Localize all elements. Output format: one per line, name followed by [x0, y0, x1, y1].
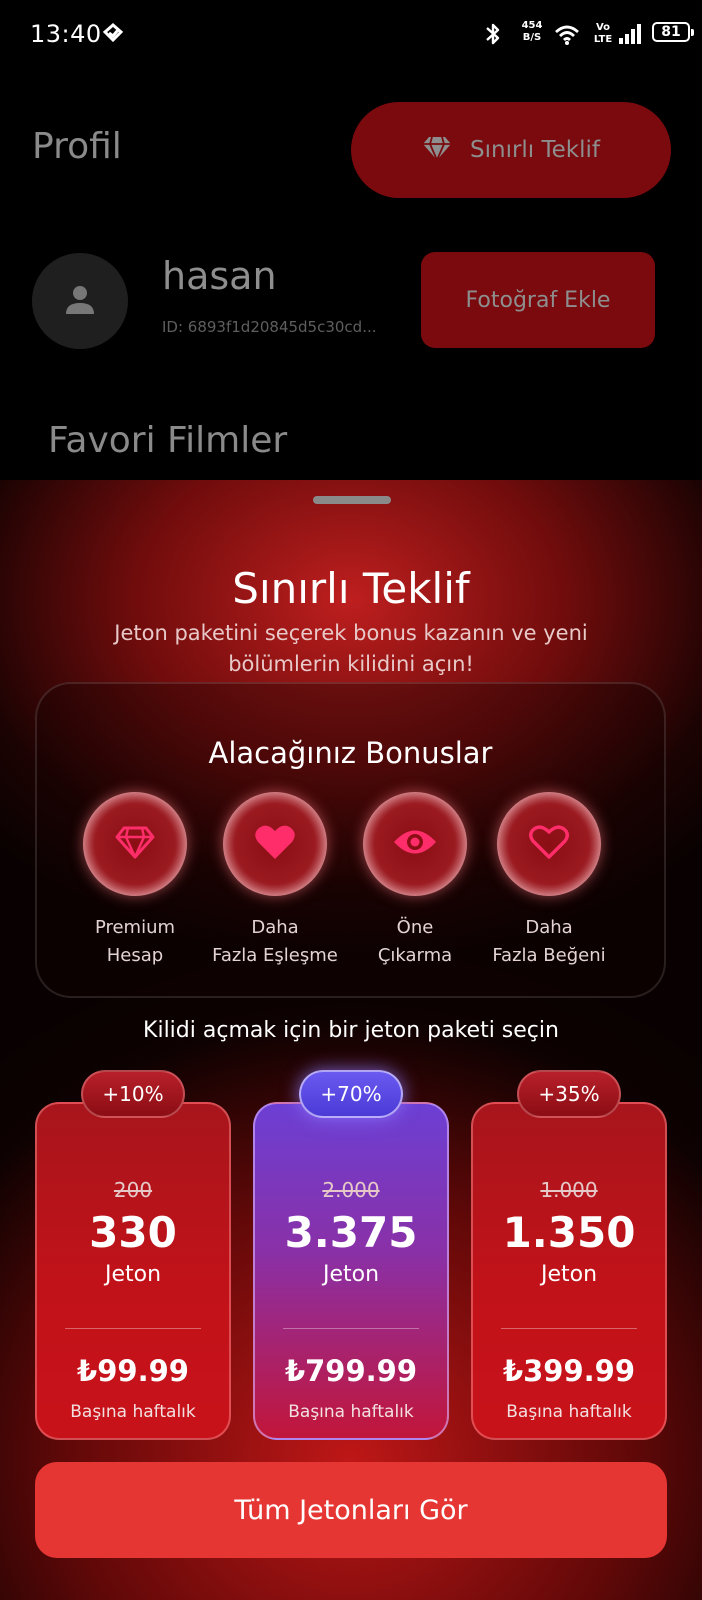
- bonus-badge: +35%: [517, 1070, 621, 1118]
- token-amount: 1.350: [502, 1208, 636, 1257]
- page-title: Profil: [32, 126, 122, 167]
- sheet-title: Sınırlı Teklif: [232, 564, 470, 613]
- user-icon: [63, 282, 97, 320]
- bonus-label: Premium Hesap: [94, 917, 176, 966]
- status-bar: 13:40 454 B/S Vo LTE 81: [0, 0, 702, 70]
- original-amount: 200: [113, 1178, 153, 1202]
- user-id: ID: 6893f1d20845d5c30cd...: [162, 318, 377, 336]
- bonus-badge: +10%: [81, 1070, 185, 1118]
- bonus-highlight: Öne Çıkarma: [345, 792, 485, 970]
- original-amount: 1.000: [540, 1178, 598, 1202]
- bonus-icon-circle: [363, 792, 467, 896]
- bonus-icon-circle: [223, 792, 327, 896]
- price-period: Başına haftalık: [506, 1402, 632, 1422]
- app-notification-icon: [102, 22, 124, 48]
- bonus-icon-circle: [497, 792, 601, 896]
- token-amount: 330: [89, 1208, 177, 1257]
- volte-indicator: Vo LTE: [592, 22, 614, 46]
- heart-outline-icon: [528, 823, 570, 865]
- limited-offer-button[interactable]: Sınırlı Teklif: [351, 102, 671, 198]
- favorites-title: Favori Filmler: [48, 420, 288, 461]
- package-price: ₺99.99: [77, 1354, 189, 1388]
- divider: [65, 1328, 201, 1329]
- volte-bottom: LTE: [593, 34, 613, 45]
- bonus-label: Öne Çıkarma: [377, 917, 453, 966]
- status-time: 13:40: [30, 20, 102, 48]
- diamond-icon: [422, 135, 452, 165]
- network-speed: 454 B/S: [517, 20, 547, 44]
- package-card-330[interactable]: +10% 200 330 Jeton ₺99.99 Başına haftalı…: [35, 1070, 231, 1440]
- bonus-icon-circle: [83, 792, 187, 896]
- wifi-icon: [554, 24, 580, 50]
- bluetooth-icon: [484, 22, 502, 50]
- token-unit: Jeton: [540, 1262, 598, 1287]
- eye-icon: [392, 827, 438, 861]
- bonus-label: Daha Fazla Beğeni: [492, 917, 606, 966]
- package-price: ₺399.99: [502, 1354, 636, 1388]
- bonuses-title: Alacağınız Bonuslar: [208, 736, 493, 770]
- bonus-label: Daha Fazla Eşleşme: [212, 917, 338, 966]
- divider: [501, 1328, 637, 1329]
- limited-offer-sheet: Sınırlı Teklif Jeton paketini seçerek bo…: [0, 480, 702, 1600]
- price-period: Başına haftalık: [288, 1402, 414, 1422]
- add-photo-button[interactable]: Fotoğraf Ekle: [421, 252, 655, 348]
- diamond-icon: [115, 825, 155, 863]
- package-card-3375[interactable]: +70% 2.000 3.375 Jeton ₺799.99 Başına ha…: [253, 1070, 449, 1440]
- sheet-drag-handle[interactable]: [313, 496, 391, 504]
- bonus-badge: +70%: [299, 1070, 403, 1118]
- bonus-more-matches: Daha Fazla Eşleşme: [205, 792, 345, 970]
- choose-package-text: Kilidi açmak için bir jeton paketi seçin: [143, 1018, 559, 1043]
- price-period: Başına haftalık: [70, 1402, 196, 1422]
- bonus-premium-account: Premium Hesap: [65, 792, 205, 970]
- battery-indicator: 81: [652, 22, 694, 42]
- package-price: ₺799.99: [284, 1354, 418, 1388]
- avatar[interactable]: [32, 253, 128, 349]
- network-speed-value: 454: [521, 20, 543, 31]
- network-speed-unit: B/S: [522, 32, 542, 43]
- username: hasan: [162, 254, 277, 298]
- volte-top: Vo: [595, 22, 611, 33]
- heart-filled-icon: [254, 823, 296, 865]
- limited-offer-label: Sınırlı Teklif: [470, 137, 600, 163]
- sheet-subtitle: Jeton paketini seçerek bonus kazanın ve …: [114, 621, 588, 676]
- bonus-more-likes: Daha Fazla Beğeni: [479, 792, 619, 970]
- token-unit: Jeton: [104, 1262, 162, 1287]
- divider: [283, 1328, 419, 1329]
- see-all-tokens-button[interactable]: Tüm Jetonları Gör: [35, 1462, 667, 1558]
- bonuses-panel: Alacağınız Bonuslar Premium Hesap Daha F…: [35, 682, 666, 998]
- package-card-1350[interactable]: +35% 1.000 1.350 Jeton ₺399.99 Başına ha…: [471, 1070, 667, 1440]
- token-amount: 3.375: [284, 1208, 418, 1257]
- original-amount: 2.000: [322, 1178, 380, 1202]
- token-unit: Jeton: [322, 1262, 380, 1287]
- signal-icon: [618, 23, 642, 49]
